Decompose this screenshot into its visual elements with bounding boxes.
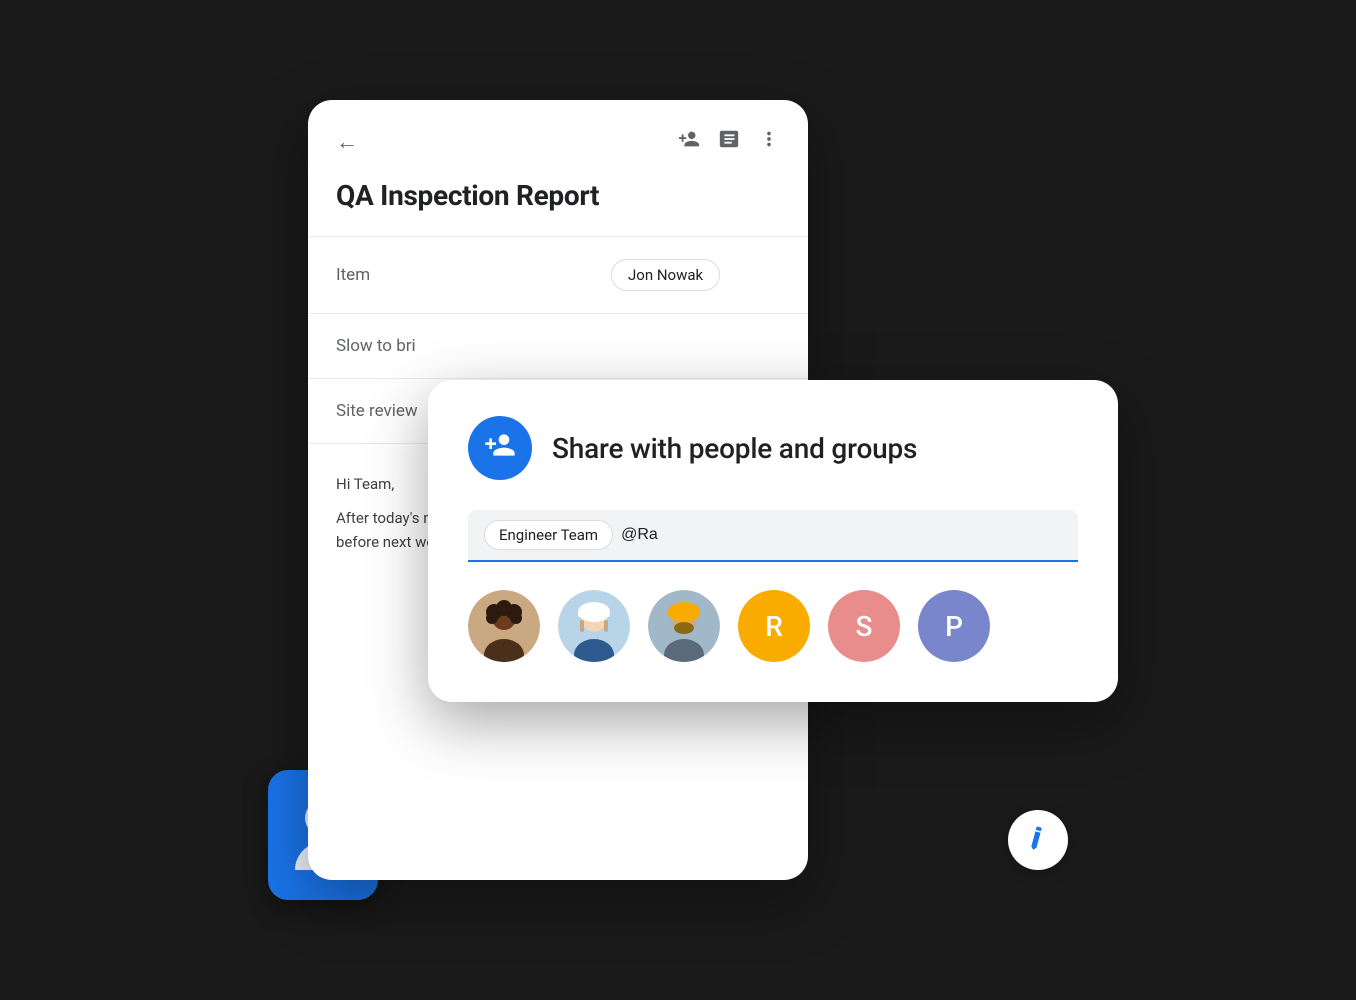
avatar-letter-s[interactable]: S xyxy=(828,590,900,662)
edit-fab-button[interactable] xyxy=(1008,810,1068,870)
table-cell-label: Item xyxy=(308,237,583,314)
more-options-icon[interactable] xyxy=(758,128,780,155)
add-person-icon[interactable] xyxy=(678,128,700,155)
avatar-person-1[interactable] xyxy=(468,590,540,662)
avatar-person-2[interactable] xyxy=(558,590,630,662)
notes-icon[interactable] xyxy=(718,128,740,155)
share-icon-circle xyxy=(468,416,532,480)
share-header: Share with people and groups xyxy=(468,416,1078,480)
avatar-person-3[interactable] xyxy=(648,590,720,662)
share-input-area[interactable]: Engineer Team xyxy=(468,510,1078,562)
share-avatars-list: R S P xyxy=(468,590,1078,662)
table-row: Slow to bri xyxy=(308,314,808,379)
table-cell-value: Jon Nowak xyxy=(583,237,808,314)
table-cell-label: Slow to bri xyxy=(308,314,583,379)
avatar-letter-p[interactable]: P xyxy=(918,590,990,662)
avatar-letter-r[interactable]: R xyxy=(738,590,810,662)
pencil-icon xyxy=(1020,821,1056,859)
share-search-input[interactable] xyxy=(621,526,1062,544)
engineer-team-tag[interactable]: Engineer Team xyxy=(484,520,613,550)
document-title: QA Inspection Report xyxy=(308,171,808,236)
table-cell-value xyxy=(583,314,808,379)
jon-nowak-tag[interactable]: Jon Nowak xyxy=(611,259,720,291)
back-button[interactable]: ← xyxy=(336,129,358,155)
share-dialog-title: Share with people and groups xyxy=(552,432,917,465)
table-row: Item Jon Nowak xyxy=(308,237,808,314)
header-icons xyxy=(678,128,780,155)
scene: ← QA Inspection R xyxy=(228,70,1128,930)
doc-header: ← xyxy=(308,100,808,171)
add-person-share-icon xyxy=(484,429,516,468)
share-dialog: Share with people and groups Engineer Te… xyxy=(428,380,1118,702)
